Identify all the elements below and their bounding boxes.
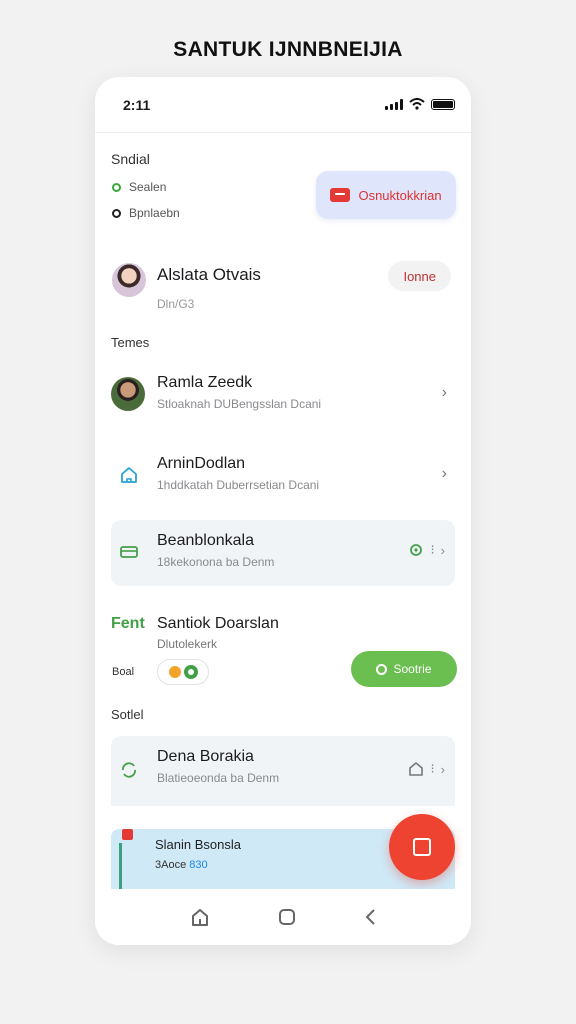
feature-card: Fent Santiok Doarslan Dlutolekerk Boal S… [111,611,457,691]
feature-label: Boal [112,666,135,678]
option-row-1[interactable]: Sealen [112,180,166,194]
feature-action-button[interactable]: Sootrie [351,651,457,687]
list-item[interactable]: ArninDodlan 1hddkatah Duberrsetian Dcani… [111,443,455,509]
chevron-right-icon: › [440,761,445,777]
square-icon [279,909,295,925]
list-item[interactable]: Dena Borakia Blatieoeonda ba Denm ⁝ › [111,736,455,806]
option-label: Bpnlaebn [129,206,180,220]
status-dot-icon [112,208,121,218]
status-time: 2:11 [123,97,151,113]
status-icons [385,98,455,110]
phone-frame: 2:11 Sndial Sealen Bpnlaebn Osnuktokkria… [95,77,471,945]
item-subtitle: 18kekonona ba Denm [157,555,275,569]
item-subtitle: Blatieoeonda ba Denm [157,771,280,785]
item-title: Ramla Zeedk [157,374,253,391]
chevron-right-icon: › [440,542,445,558]
more-dots-icon[interactable]: ⁝ [431,542,435,558]
badge-icon [122,829,133,840]
list-item[interactable]: Beanblonkala 18kekonona ba Denm ⁝ › [111,520,455,586]
home-icon[interactable] [407,760,425,778]
profile-name: Alslata Otvais [157,265,261,284]
feature-title: Santiok Doarslan [157,615,279,632]
card-icon [330,188,351,202]
item-title: ArninDodlan [157,455,246,472]
battery-icon [431,98,455,110]
floating-action-button[interactable] [389,814,455,880]
avatar [112,263,146,297]
avatar [111,377,145,411]
item-actions: ⁝ › [407,760,445,778]
item-subtitle: 1hddkatah Duberrsetian Dcani [157,478,320,492]
profile-pill-button[interactable]: Ionne [388,261,451,291]
chevron-right-icon: › [441,465,447,482]
item-title: Dena Borakia [157,748,254,765]
item-title: Beanblonkala [157,532,254,549]
promo-button-label: Osnuktokkrian [358,187,442,203]
status-dot-icon [112,182,121,192]
chevron-right-icon: › [441,384,447,401]
chevron-left-icon [365,909,375,925]
nav-recents-button[interactable] [275,905,299,929]
reaction-chip[interactable] [157,659,209,685]
card-icon [120,546,138,558]
page-title: SANTUK IJNNBNEIJIA [173,38,403,61]
option-row-2[interactable]: Bpnlaebn [112,206,180,220]
item-subtitle: Stloaknah DUBengsslan Dcani [157,397,322,411]
status-bar: 2:11 [95,77,471,133]
profile-subtitle: Dln/G3 [157,297,195,311]
promo-button[interactable]: Osnuktokkrian [316,171,456,219]
circle-icon [376,663,388,675]
signal-icon [385,98,403,110]
nav-back-button[interactable] [359,905,383,929]
gear-icon[interactable] [407,541,425,559]
feature-subtitle: Dlutolekerk [157,637,218,651]
item-actions: ⁝ › [407,541,445,559]
more-dots-icon[interactable]: ⁝ [431,761,435,777]
nav-home-button[interactable] [188,905,212,929]
section-label: Sotlel [111,707,144,722]
section-label: Temes [111,335,150,350]
home-icon [121,467,137,483]
refresh-icon [122,762,136,778]
home-icon [192,909,208,926]
square-icon [413,838,431,856]
option-label: Sealen [129,180,167,194]
banner-subtitle-prefix: 3Aoce [155,859,187,871]
list-item[interactable]: Ramla Zeedk Stloaknah DUBengsslan Dcani … [111,362,455,428]
nav-bar [95,889,471,945]
accent-bar [119,843,122,889]
circle-icon [183,665,198,679]
banner-subtitle-highlight: 830 [189,859,208,871]
banner-subtitle: 3Aoce 830 [155,859,208,871]
feature-tag: Fent [111,615,145,632]
profile-row[interactable]: Alslata Otvais Dln/G3 Ionne [111,261,455,321]
banner-title: Slanin Bsonsla [155,837,241,852]
heart-icon [168,666,181,678]
wifi-icon [409,98,425,110]
section-label: Sndial [111,151,150,167]
feature-button-label: Sootrie [393,662,432,676]
